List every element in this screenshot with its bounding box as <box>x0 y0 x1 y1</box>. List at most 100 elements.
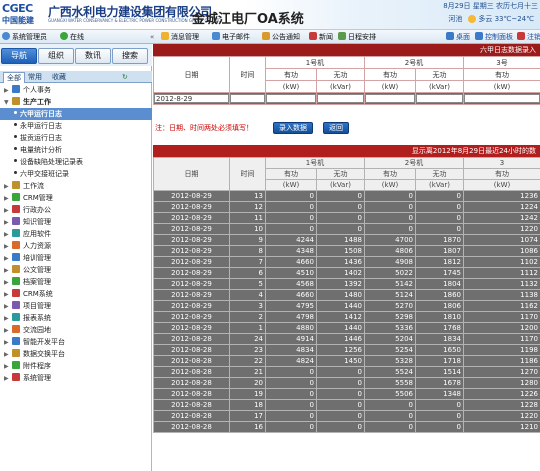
table-kvar-unit: (kVar) <box>316 179 365 191</box>
nav-button-organization[interactable]: 组织 <box>38 48 74 64</box>
time-input[interactable] <box>230 94 265 103</box>
online-icon <box>60 32 68 40</box>
table-cell: 0 <box>415 421 464 433</box>
nav-button-navigation[interactable]: 导航 <box>1 48 37 64</box>
table-cell: 2012-08-28 <box>153 355 230 367</box>
table-row: 2012-08-29 7 4660 1436 4908 1812 1102 <box>153 256 540 268</box>
nav-button-search[interactable]: 搜索 <box>112 48 148 64</box>
nav-button-messages[interactable]: 数讯 <box>75 48 111 64</box>
refresh-icon[interactable]: ↻ <box>122 72 128 83</box>
table-cell: 1402 <box>316 267 365 279</box>
sidebar-item[interactable]: ▶ 人力资源 <box>0 240 152 252</box>
sidebar-item-label: 附件程序 <box>23 362 51 370</box>
toolbar-schedule[interactable]: 日程安排 <box>338 31 376 43</box>
table-cell: 0 <box>316 377 365 389</box>
sidebar-item[interactable]: ▶ 数据交换平台 <box>0 348 152 360</box>
table-cell: 0 <box>265 410 317 422</box>
table-row: 2012-08-29 11 0 0 0 0 1242 <box>153 212 540 224</box>
table-cell: 1812 <box>415 256 464 268</box>
sidebar-item[interactable]: 设备缺陷处理记录表 <box>0 156 152 168</box>
logo-brand: CGEC <box>2 2 33 15</box>
sidebar-item[interactable]: ▶ 项目管理 <box>0 300 152 312</box>
online-status[interactable]: 在线 <box>60 31 84 43</box>
sidebar-item[interactable]: ▼ 生产工作 <box>0 96 152 108</box>
sidebar-item[interactable]: ▶ 公文管理 <box>0 264 152 276</box>
sidebar-item[interactable]: 六甲交接班记录 <box>0 168 152 180</box>
sidebar-item[interactable]: ▶ 报表系统 <box>0 312 152 324</box>
table-cell: 1446 <box>316 333 365 345</box>
table-cell: 0 <box>316 388 365 400</box>
sidebar-item[interactable]: ▶ 培训管理 <box>0 252 152 264</box>
module-icon <box>12 373 20 381</box>
unit2-reactive-input[interactable] <box>416 94 463 103</box>
table-cell: 1860 <box>415 289 464 301</box>
toolbar-email[interactable]: 电子邮件 <box>212 31 250 43</box>
table-cell: 1200 <box>463 322 540 334</box>
toolbar-message-label: 消息管理 <box>171 33 199 41</box>
table-cell: 9 <box>229 234 266 246</box>
logout-link[interactable]: 注销 <box>517 31 540 43</box>
table-cell: 0 <box>364 399 416 411</box>
sidebar-item-label: 系统管理 <box>23 374 51 382</box>
sidebar-item[interactable]: 电量统计分析 <box>0 144 152 156</box>
table-cell: 5298 <box>364 311 416 323</box>
tab-all[interactable]: 全部 <box>3 72 25 83</box>
sidebar-item[interactable]: ▶ CRM系统 <box>0 288 152 300</box>
table-cell: 2012-08-28 <box>153 377 230 389</box>
sidebar-item[interactable]: ▶ 应用软件 <box>0 228 152 240</box>
sidebar-item[interactable]: ▶ 智能开发平台 <box>0 336 152 348</box>
table-cell: 8 <box>229 245 266 257</box>
control-panel-link[interactable]: 控制面板 <box>475 31 513 43</box>
table-cell: 16 <box>229 421 266 433</box>
unit1-active-input[interactable] <box>266 94 316 103</box>
unit3-active-input[interactable] <box>464 94 540 103</box>
logout-label: 注销 <box>527 33 540 41</box>
toolbar-news[interactable]: 新闻 <box>309 31 333 43</box>
table-row: 2012-08-28 23 4834 1256 5254 1650 1198 <box>153 344 540 356</box>
table-row: 2012-08-28 21 0 0 5524 1514 1270 <box>153 366 540 378</box>
sidebar-item-label: 生产工作 <box>23 98 51 106</box>
sidebar-item[interactable]: ▶ 附件程序 <box>0 360 152 372</box>
table-cell: 4834 <box>265 344 317 356</box>
date-display: 8月29日 星期三 农历七月十三 <box>443 2 538 10</box>
table-active-header: 有功 <box>265 168 317 180</box>
table-cell: 1450 <box>316 355 365 367</box>
notice-icon <box>262 32 270 40</box>
tab-common[interactable]: 常用 <box>28 72 42 83</box>
collapse-toggle-icon[interactable]: « <box>150 31 154 43</box>
toolbar-message[interactable]: 消息管理 <box>161 31 199 43</box>
module-icon <box>12 205 20 213</box>
unit2-active-input[interactable] <box>365 94 415 103</box>
unit1-reactive-input[interactable] <box>317 94 364 103</box>
table-cell: 4908 <box>364 256 416 268</box>
tab-favorites[interactable]: 收藏 <box>52 72 66 83</box>
collapsed-arrow-icon[interactable]: ▶ <box>4 373 10 385</box>
sidebar-item[interactable]: ▶ 交流园地 <box>0 324 152 336</box>
sidebar-item[interactable]: ▶ CRM管理 <box>0 192 152 204</box>
user-badge[interactable]: 系统管理员 <box>2 31 47 43</box>
table-cell: 2012-08-28 <box>153 388 230 400</box>
table-cell: 1834 <box>415 333 464 345</box>
date-input[interactable]: 2012-8-29 <box>154 94 229 103</box>
table-cell: 4244 <box>265 234 317 246</box>
sidebar-item-label: 永甲运行日志 <box>20 122 62 130</box>
desktop-link[interactable]: 桌面 <box>446 31 470 43</box>
sidebar-item[interactable]: ▶ 个人事务 <box>0 84 152 96</box>
sidebar-item[interactable]: ▶ 行政办公 <box>0 204 152 216</box>
sidebar-item[interactable]: 六甲运行日志 <box>0 108 152 120</box>
table-cell: 0 <box>316 366 365 378</box>
toolbar-notice[interactable]: 公告通知 <box>262 31 300 43</box>
table-cell: 0 <box>265 201 317 213</box>
table-cell: 1102 <box>463 256 540 268</box>
sidebar-item[interactable]: ▶ 档案管理 <box>0 276 152 288</box>
sidebar-item[interactable]: ▶ 知识管理 <box>0 216 152 228</box>
save-button[interactable]: 录入数据 <box>273 122 313 134</box>
sidebar-item[interactable]: 永甲运行日志 <box>0 120 152 132</box>
table-cell: 0 <box>265 421 317 433</box>
back-button[interactable]: 返回 <box>323 122 349 134</box>
sidebar-item[interactable]: ▶ 系统管理 <box>0 372 152 384</box>
table-cell: 17 <box>229 410 266 422</box>
table-cell: 0 <box>316 190 365 202</box>
sidebar-item[interactable]: ▶ 工作流 <box>0 180 152 192</box>
sidebar-item[interactable]: 拔贡运行日志 <box>0 132 152 144</box>
